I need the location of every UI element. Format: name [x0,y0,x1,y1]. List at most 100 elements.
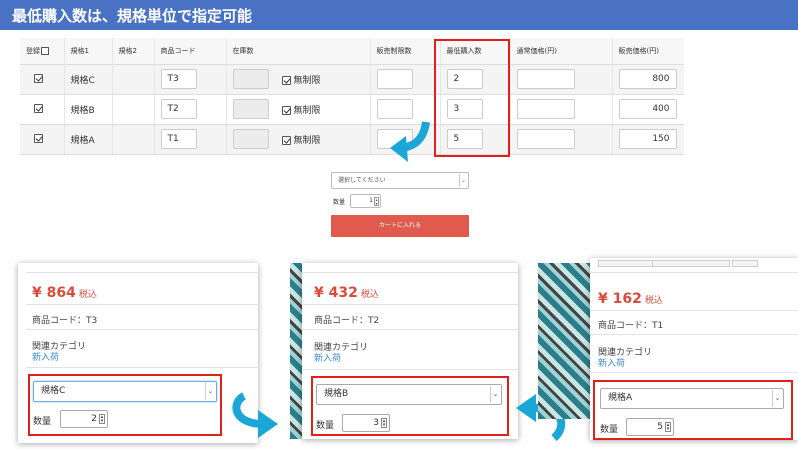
title-bar: 最低購入数は、規格単位で指定可能 [0,0,798,30]
sale-limit-input[interactable] [376,69,413,89]
product-code-input[interactable]: T1 [160,129,197,149]
table-row: 規格B T2 無制限 3 400 [20,94,684,125]
register-cell [20,64,65,95]
spin-stepper-icon[interactable]: ▴ ▾ [374,197,379,206]
sale-price-cell: 400 [612,94,684,125]
divider [302,272,518,273]
normal-price-cell [510,124,613,155]
register-cell [20,124,65,155]
sku-table: 登録 規格1 規格2 商品コード 在庫数 販売制限数 最低購入数 通常価格(円)… [20,38,684,155]
normal-price-cell [510,94,613,125]
add-to-cart-button[interactable]: カートに入れる [331,215,469,237]
divider [590,310,798,311]
thumbnail-strip [732,260,758,267]
price: ¥ 432 税込 [314,285,379,301]
limit-cell [370,64,441,95]
panel-c-highlight [28,374,222,436]
product-photo [290,263,302,439]
stock-input [232,69,269,89]
stock-cell: 無制限 [226,124,371,155]
qty-input[interactable]: 1 ▴ ▾ [350,194,381,208]
sale-limit-input[interactable] [376,99,413,119]
spec2-cell [112,94,155,125]
category-link[interactable]: 新入荷 [314,351,341,364]
spec1-cell: 規格C [64,64,113,95]
thumbnail-strip [598,260,654,267]
spec1-cell: 規格A [64,124,113,155]
code-cell: T3 [154,64,227,95]
qty-value: 1 [369,197,373,204]
register-cell [20,94,65,125]
stock-cell: 無制限 [226,94,371,125]
checkbox-checked-icon[interactable] [34,104,43,113]
divider [590,272,798,273]
normal-price-input[interactable] [516,129,575,149]
header-spec1: 規格1 [64,38,113,65]
sale-price-input[interactable]: 400 [618,99,677,119]
checkbox-checked-icon[interactable] [281,135,291,145]
category-link[interactable]: 新入荷 [598,356,625,369]
panel-b-highlight [311,376,509,436]
stock-input [232,99,269,119]
unlimited-option[interactable]: 無制限 [279,133,321,146]
divider [302,369,518,370]
normal-price-input[interactable] [516,99,575,119]
header-product-code: 商品コード [154,38,227,65]
spec-select[interactable]: 選択してください ⌄ [331,172,469,189]
header-spec2: 規格2 [112,38,155,65]
header-stock: 在庫数 [226,38,371,65]
chevron-down-icon: ⌄ [459,174,467,187]
unlimited-label: 無制限 [293,105,321,116]
divider [590,372,798,373]
divider [590,334,798,335]
unlimited-option[interactable]: 無制限 [279,73,321,86]
thumbnail-strip [652,260,730,267]
checkbox-checked-icon[interactable] [281,105,291,115]
table-row: 規格C T3 無制限 2 800 [20,64,684,95]
spec2-cell [112,124,155,155]
spec1-cell: 規格B [64,94,113,125]
qty-label: 数量 [333,199,346,206]
min-purchase-highlight [434,39,510,157]
sale-price-cell: 150 [612,124,684,155]
category-link[interactable]: 新入荷 [32,350,59,363]
spec-select-placeholder: 選択してください [338,177,386,184]
curved-arrow-icon [390,121,430,162]
divider [302,329,518,330]
normal-price-input[interactable] [516,69,575,89]
page-title: 最低購入数は、規格単位で指定可能 [12,7,253,25]
unlimited-option[interactable]: 無制限 [279,103,321,116]
sale-price-input[interactable]: 150 [618,129,677,149]
header-sale-price: 販売価格(円) [612,38,684,65]
divider [26,304,258,305]
unlimited-label: 無制限 [293,135,321,146]
checkbox-checked-icon[interactable] [34,134,43,143]
curved-arrow-icon [232,392,278,438]
product-photo [538,263,590,419]
price: ¥ 162 税込 [598,291,663,307]
product-code-input[interactable]: T3 [160,69,197,89]
code-cell: T1 [154,124,227,155]
select-all-checkbox[interactable] [41,46,49,55]
code-cell: T2 [154,94,227,125]
product-code-input[interactable]: T2 [160,99,197,119]
header-normal-price: 通常価格(円) [510,38,613,65]
panel-a-highlight [593,380,793,440]
divider [26,329,258,330]
table-row: 規格A T1 無制限 5 150 [20,124,684,155]
checkbox-checked-icon[interactable] [34,74,43,83]
divider [26,272,258,273]
price: ¥ 864 税込 [32,285,97,301]
spec2-cell [112,64,155,95]
divider [302,304,518,305]
product-code: 商品コード：T2 [314,316,380,326]
header-sale-limit: 販売制限数 [370,38,441,65]
sale-price-cell: 800 [612,64,684,95]
stock-input [232,129,269,149]
sale-price-input[interactable]: 800 [618,69,677,89]
header-register: 登録 [20,38,65,65]
normal-price-cell [510,64,613,95]
checkbox-checked-icon[interactable] [281,75,291,85]
stock-cell: 無制限 [226,64,371,95]
divider [26,367,258,368]
